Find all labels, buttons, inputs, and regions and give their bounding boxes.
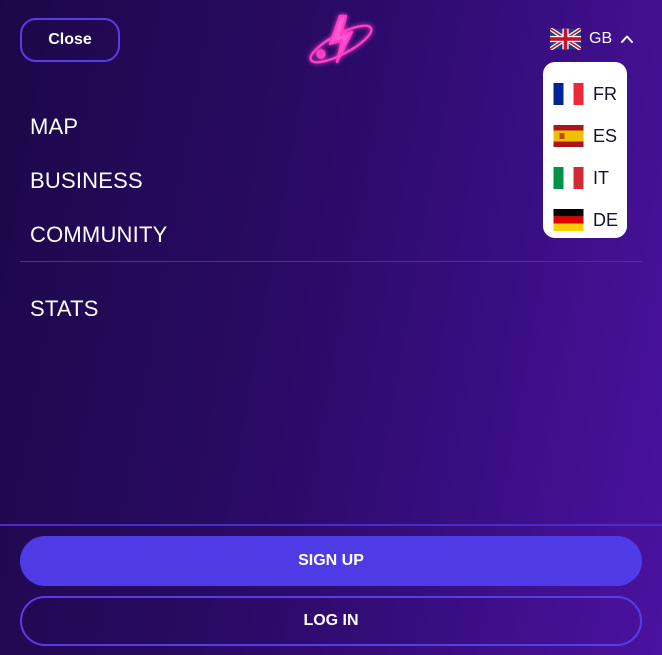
- language-dropdown: FR ES IT DE: [543, 62, 627, 238]
- uk-flag-icon: [550, 28, 581, 50]
- nav-item-map[interactable]: MAP: [30, 114, 78, 140]
- nav-divider: [20, 261, 642, 262]
- nav-item-business[interactable]: BUSINESS: [30, 168, 143, 194]
- footer-divider: [0, 524, 662, 526]
- language-option-es[interactable]: ES: [553, 115, 627, 157]
- spain-flag-icon: [553, 125, 584, 147]
- nav-item-community[interactable]: COMMUNITY: [30, 222, 167, 248]
- language-option-fr[interactable]: FR: [553, 73, 627, 115]
- nav-item-stats[interactable]: STATS: [30, 296, 99, 322]
- sign-up-button[interactable]: SIGN UP: [20, 536, 642, 586]
- chevron-up-icon: [621, 35, 634, 43]
- germany-flag-icon: [553, 209, 584, 231]
- language-option-de[interactable]: DE: [553, 199, 627, 241]
- france-flag-icon: [553, 83, 584, 105]
- language-option-label: IT: [593, 167, 609, 188]
- close-button[interactable]: Close: [20, 18, 120, 62]
- language-option-it[interactable]: IT: [553, 157, 627, 199]
- language-option-label: ES: [593, 125, 618, 146]
- language-selector[interactable]: GB: [550, 26, 634, 52]
- language-option-label: FR: [593, 83, 617, 104]
- current-language-code: GB: [589, 30, 613, 47]
- lightning-orbit-logo-icon[interactable]: [304, 10, 378, 70]
- log-in-button[interactable]: LOG IN: [20, 596, 642, 646]
- italy-flag-icon: [553, 167, 584, 189]
- language-option-label: DE: [593, 209, 619, 230]
